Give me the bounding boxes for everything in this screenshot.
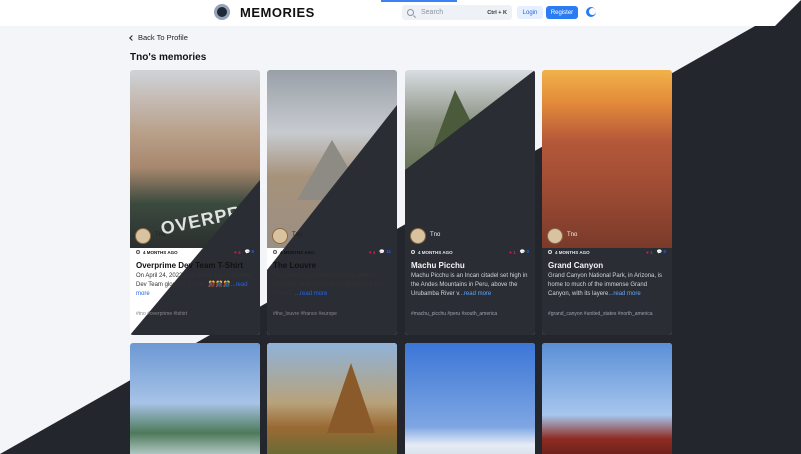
memory-image — [542, 343, 672, 454]
memory-card[interactable]: Tno 4 MONTHS AGO ♥ 1 💬 0 Machu Picchu Ma… — [405, 70, 535, 335]
author-name[interactable]: Tno — [567, 232, 577, 238]
read-more-link[interactable]: ...read more — [608, 291, 640, 297]
avatar[interactable] — [135, 228, 151, 244]
card-stats: 4 MONTHS AGO ♥ 4 💬 11 — [273, 249, 391, 255]
back-label: Back To Profile — [138, 33, 188, 42]
memory-description: On April 24, 2022, I received the Overpr… — [136, 273, 252, 297]
likes-count[interactable]: ♥ 1 — [646, 250, 652, 255]
register-button[interactable]: Register — [546, 6, 578, 19]
likes-count[interactable]: ♥ 1 — [509, 250, 515, 255]
avatar[interactable] — [547, 228, 563, 244]
memory-title[interactable]: Machu Picchu — [411, 261, 465, 270]
memory-image — [130, 343, 260, 454]
search-placeholder: Search — [421, 9, 444, 16]
comments-count[interactable]: 💬 11 — [379, 249, 391, 255]
memory-card[interactable] — [130, 343, 260, 454]
memory-card[interactable]: OVERPRIM Tno 4 MONTHS AGO ♥ 4 💬 5 Overpr… — [130, 70, 260, 335]
memory-tags: #machu_picchu #peru #south_america — [411, 311, 498, 317]
memory-tags: #grand_canyon #united_states #north_amer… — [548, 311, 653, 317]
memory-tags: #the_louvre #france #europe — [273, 311, 337, 317]
comments-count[interactable]: 💬 5 — [245, 249, 254, 255]
memory-description: The Louvre, is the world's most-visited … — [273, 273, 385, 297]
memory-tags: #tno #overprime #tshirt — [136, 311, 188, 317]
memory-image — [267, 70, 397, 248]
memory-description: Grand Canyon National Park, in Arizona, … — [548, 273, 663, 297]
avatar[interactable] — [410, 228, 426, 244]
avatar[interactable] — [272, 228, 288, 244]
brand[interactable]: MEMORIES — [214, 4, 315, 20]
clock-icon — [136, 250, 140, 254]
memory-image — [267, 343, 397, 454]
author-name[interactable]: Tno — [292, 232, 302, 238]
memory-image — [405, 70, 535, 248]
loading-bar — [381, 0, 457, 2]
memory-image — [542, 70, 672, 248]
author-name[interactable]: Tno — [155, 232, 165, 238]
post-time: 4 MONTHS AGO — [418, 249, 453, 255]
app-name: MEMORIES — [240, 4, 315, 20]
post-time: 4 MONTHS AGO — [555, 249, 590, 255]
memory-title[interactable]: The Louvre — [273, 261, 316, 270]
chevron-left-icon — [129, 34, 135, 41]
read-more-link[interactable]: ...read more — [295, 291, 327, 297]
post-time: 4 MONTHS AGO — [280, 249, 315, 255]
diagonal-dark-overlay — [0, 0, 801, 454]
page-title: Tno's memories — [130, 52, 207, 63]
memory-image — [405, 343, 535, 454]
clock-icon — [273, 250, 277, 254]
card-stats: 4 MONTHS AGO ♥ 1 💬 0 — [411, 249, 529, 255]
memory-card[interactable]: Tno 4 MONTHS AGO ♥ 4 💬 11 The Louvre The… — [267, 70, 397, 335]
likes-count[interactable]: ♥ 4 — [369, 250, 375, 255]
app-logo-icon — [214, 4, 230, 20]
likes-count[interactable]: ♥ 4 — [234, 250, 240, 255]
comments-count[interactable]: 💬 0 — [657, 249, 666, 255]
memory-card[interactable] — [542, 343, 672, 454]
memory-title[interactable]: Overprime Dev Team T-Shirt — [136, 261, 243, 270]
search-input[interactable]: Search Ctrl + K — [402, 5, 512, 20]
author-name[interactable]: Tno — [430, 232, 440, 238]
comments-count[interactable]: 💬 0 — [520, 249, 529, 255]
clock-icon — [548, 250, 552, 254]
login-button[interactable]: Login — [517, 6, 543, 19]
card-stats: 4 MONTHS AGO ♥ 4 💬 5 — [136, 249, 254, 255]
search-icon — [407, 9, 414, 16]
memory-card[interactable] — [267, 343, 397, 454]
clock-icon — [411, 250, 415, 254]
theme-toggle-moon-icon[interactable] — [586, 7, 596, 17]
post-time: 4 MONTHS AGO — [143, 249, 178, 255]
read-more-link[interactable]: ...read more — [459, 291, 491, 297]
memory-description: Machu Picchu is an Incan citadel set hig… — [411, 273, 528, 297]
memory-title[interactable]: Grand Canyon — [548, 261, 603, 270]
search-shortcut: Ctrl + K — [487, 9, 507, 16]
memory-card[interactable] — [405, 343, 535, 454]
top-navbar: MEMORIES Search Ctrl + K Login Register — [0, 0, 801, 26]
memory-card[interactable]: Tno 4 MONTHS AGO ♥ 1 💬 0 Grand Canyon Gr… — [542, 70, 672, 335]
card-stats: 4 MONTHS AGO ♥ 1 💬 0 — [548, 249, 666, 255]
memory-image: OVERPRIM — [130, 70, 260, 248]
back-to-profile-link[interactable]: Back To Profile — [129, 33, 188, 42]
